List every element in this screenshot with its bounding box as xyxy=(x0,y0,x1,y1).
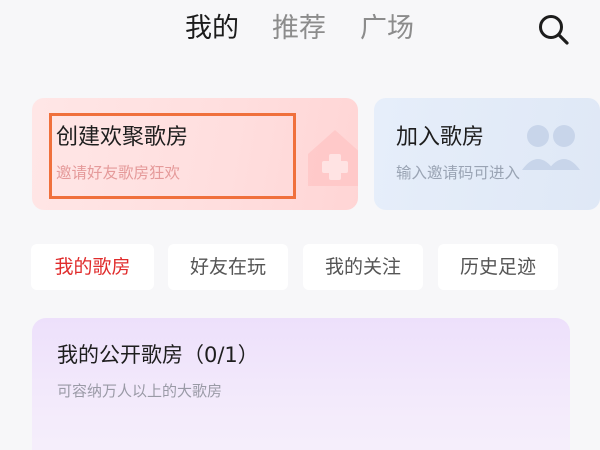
create-room-title: 创建欢聚歌房 xyxy=(56,125,189,150)
public-rooms-title: 我的公开歌房（0/1） xyxy=(57,343,259,367)
search-icon xyxy=(539,15,569,45)
create-room-card[interactable]: 创建欢聚歌房 邀请好友歌房狂欢 xyxy=(32,98,358,210)
karaoke-rooms-screen: 我的 推荐 广场 创建欢聚歌房 邀请好友歌房狂欢 加入歌房 输入邀请码可进入 我… xyxy=(0,0,600,450)
create-room-subtitle: 邀请好友歌房狂欢 xyxy=(56,164,181,182)
public-rooms-card[interactable]: 我的公开歌房（0/1） 可容纳万人以上的大歌房 xyxy=(32,318,570,450)
tab-mine[interactable]: 我的 xyxy=(185,10,239,48)
join-room-title: 加入歌房 xyxy=(396,125,485,150)
chip-history[interactable]: 历史足迹 xyxy=(438,244,558,290)
join-people-icon xyxy=(522,125,580,170)
tab-square[interactable]: 广场 xyxy=(360,10,414,48)
chip-my-rooms[interactable]: 我的歌房 xyxy=(31,244,154,290)
chip-my-follows[interactable]: 我的关注 xyxy=(303,244,423,290)
top-nav: 我的 推荐 广场 xyxy=(0,0,600,62)
tab-recommend[interactable]: 推荐 xyxy=(272,10,326,48)
house-plus-icon xyxy=(308,130,358,186)
public-rooms-subtitle: 可容纳万人以上的大歌房 xyxy=(57,382,223,400)
join-room-card[interactable]: 加入歌房 输入邀请码可进入 xyxy=(374,98,600,210)
join-room-subtitle: 输入邀请码可进入 xyxy=(396,164,521,182)
chip-friends-playing[interactable]: 好友在玩 xyxy=(168,244,288,290)
search-button[interactable] xyxy=(534,10,574,50)
